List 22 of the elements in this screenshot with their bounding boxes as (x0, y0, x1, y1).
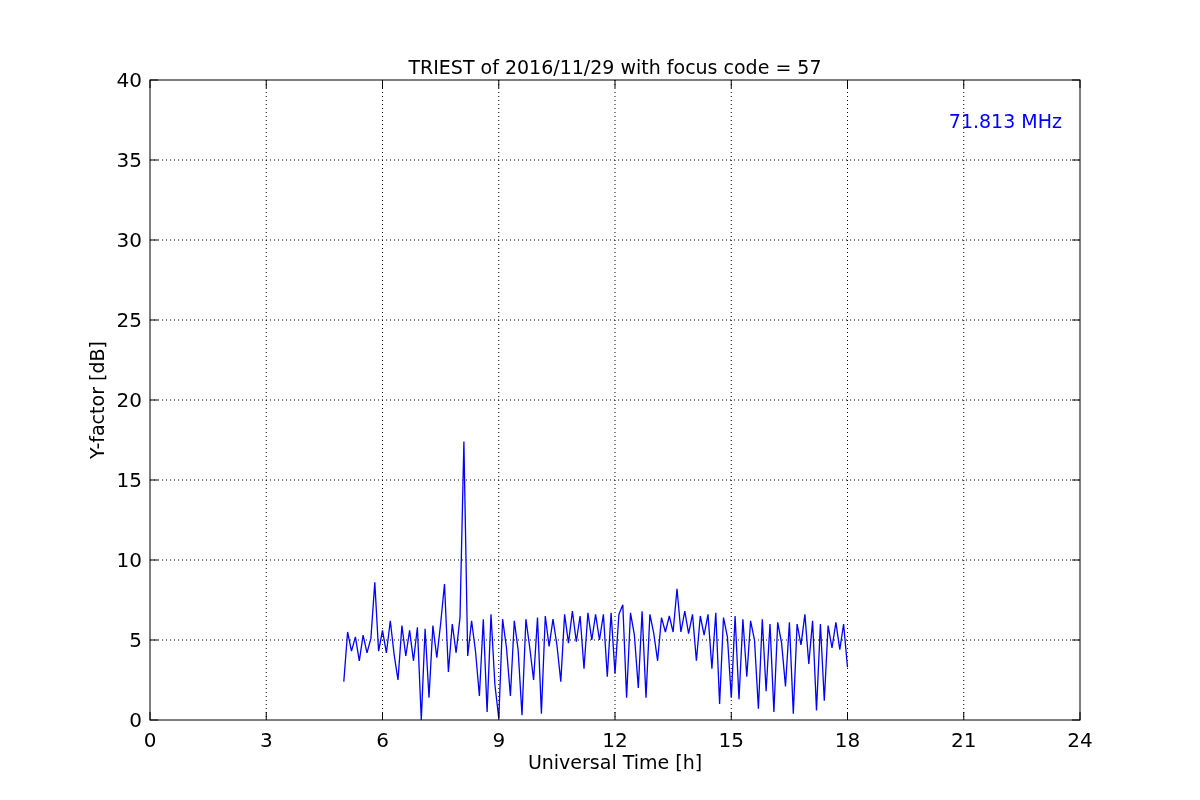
chart-title: TRIEST of 2016/11/29 with focus code = 57 (408, 56, 822, 78)
y-tick-label: 25 (116, 308, 142, 332)
y-tick-label: 15 (116, 468, 142, 492)
x-tick-label: 18 (834, 728, 861, 752)
x-tick-label: 24 (1067, 728, 1093, 752)
x-tick-label: 6 (376, 728, 389, 752)
x-tick-label: 3 (259, 728, 273, 752)
x-axis-label: Universal Time [h] (527, 751, 703, 773)
y-tick-label: 40 (116, 68, 142, 92)
y-tick-label: 10 (116, 548, 142, 572)
y-tick-label: 5 (129, 628, 142, 652)
y-axis-label: Y-factor [dB] (86, 341, 108, 459)
x-tick-label: 9 (492, 728, 506, 752)
y-tick-label: 35 (116, 148, 142, 172)
x-tick-label: 21 (951, 728, 977, 752)
y-tick-label: 20 (116, 388, 142, 412)
y-tick-label: 0 (129, 708, 142, 732)
x-tick-label: 0 (143, 728, 157, 752)
x-tick-label: 12 (602, 728, 628, 752)
y-tick-label: 30 (116, 228, 142, 252)
x-tick-label: 15 (718, 728, 744, 752)
series-label: 71.813 MHz (948, 110, 1062, 132)
